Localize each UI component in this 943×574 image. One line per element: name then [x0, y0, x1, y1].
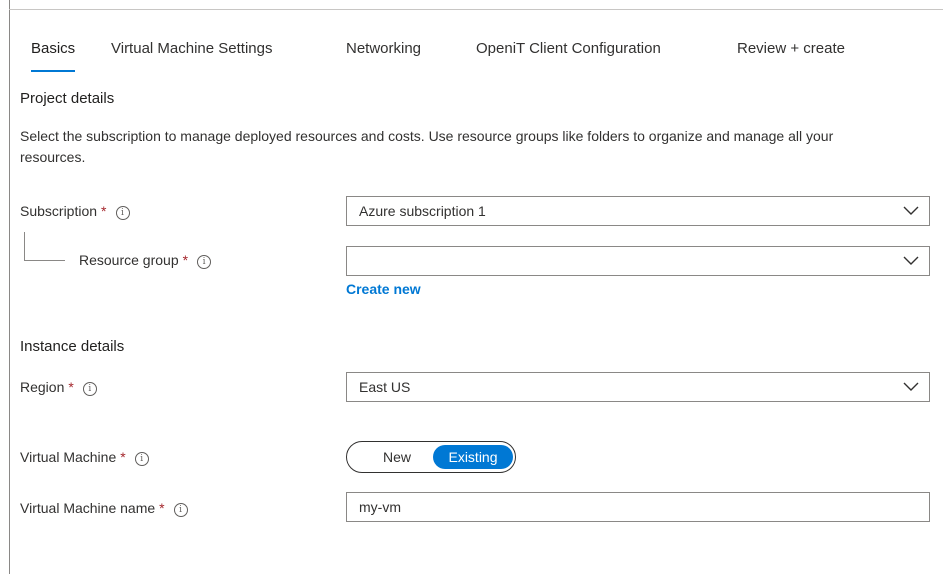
virtual-machine-label: Virtual Machine * i: [20, 447, 149, 467]
toggle-option-existing[interactable]: Existing: [433, 445, 513, 469]
region-label-text: Region: [20, 379, 65, 395]
vm-name-input[interactable]: my-vm: [346, 492, 930, 522]
chevron-down-icon: [903, 206, 919, 215]
required-asterisk: *: [120, 449, 126, 465]
vm-name-value: my-vm: [359, 499, 401, 515]
subscription-dropdown[interactable]: Azure subscription 1: [346, 196, 930, 226]
subscription-label: Subscription * i: [20, 201, 130, 221]
subscription-value: Azure subscription 1: [359, 203, 486, 219]
tab-virtual-machine-settings[interactable]: Virtual Machine Settings: [111, 36, 272, 72]
instance-details-heading: Instance details: [20, 338, 125, 355]
panel-top-border: [9, 9, 943, 10]
panel-left-border: [9, 0, 10, 574]
tab-networking[interactable]: Networking: [346, 36, 421, 72]
info-icon[interactable]: i: [82, 382, 97, 396]
tab-basics[interactable]: Basics: [31, 36, 76, 72]
vm-name-label: Virtual Machine name * i: [20, 498, 188, 518]
virtual-machine-label-text: Virtual Machine: [20, 449, 117, 465]
resource-group-dropdown[interactable]: [346, 246, 930, 276]
region-label: Region * i: [20, 377, 97, 397]
toggle-option-new[interactable]: New: [359, 442, 435, 472]
vm-name-label-text: Virtual Machine name: [20, 500, 156, 516]
info-icon[interactable]: i: [197, 255, 212, 269]
required-asterisk: *: [159, 500, 165, 516]
create-new-link[interactable]: Create new: [346, 281, 421, 297]
resource-group-label: Resource group * i: [79, 250, 212, 270]
tab-review-create[interactable]: Review + create: [737, 36, 845, 72]
region-dropdown[interactable]: East US: [346, 372, 930, 402]
chevron-down-icon: [903, 256, 919, 265]
chevron-down-icon: [903, 382, 919, 391]
virtual-machine-toggle[interactable]: New Existing: [346, 441, 516, 473]
info-icon[interactable]: i: [115, 206, 130, 220]
required-asterisk: *: [101, 203, 107, 219]
project-details-description: Select the subscription to manage deploy…: [20, 128, 834, 165]
region-value: East US: [359, 379, 411, 395]
info-icon[interactable]: i: [134, 452, 149, 466]
info-icon[interactable]: i: [173, 503, 188, 517]
resource-group-label-text: Resource group: [79, 252, 179, 268]
project-details-heading: Project details: [20, 90, 115, 107]
subscription-label-text: Subscription: [20, 203, 98, 219]
required-asterisk: *: [182, 252, 189, 268]
required-asterisk: *: [68, 379, 74, 395]
tree-connector: [24, 232, 65, 261]
tab-openit-client-configuration[interactable]: OpeniT Client Configuration: [476, 36, 661, 72]
